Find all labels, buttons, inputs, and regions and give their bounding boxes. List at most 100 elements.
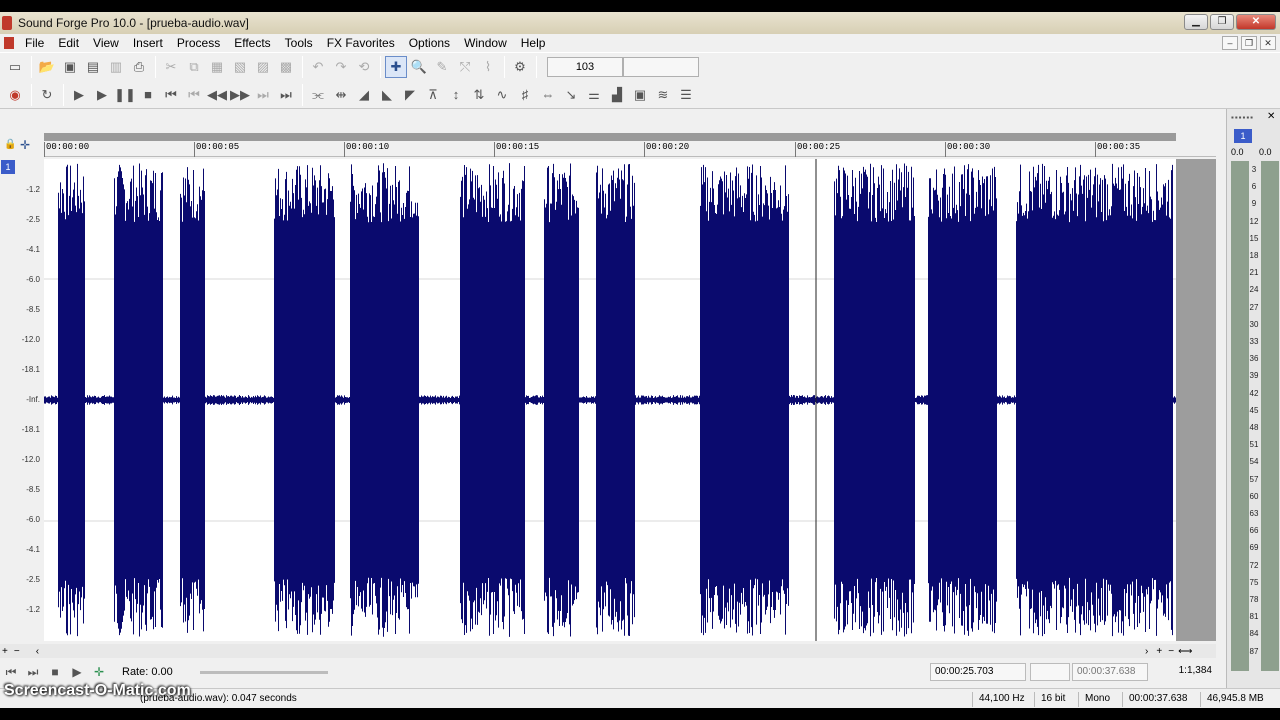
selection-field[interactable] [1030,663,1070,681]
rewind-icon[interactable]: ◀◀ [206,84,228,106]
channel-badge[interactable]: 1 [1,160,15,174]
new-file-icon[interactable]: ▭ [4,56,26,78]
menu-help[interactable]: Help [514,36,553,50]
snap-icon[interactable]: ⚙ [509,56,531,78]
noise-icon[interactable]: ≋ [652,84,674,106]
next-marker-icon[interactable]: ⏭ [22,665,44,680]
fade-out-icon[interactable]: ◣ [376,84,398,106]
insert-silence-icon[interactable]: ⊼ [422,84,444,106]
h-zoom-in-icon[interactable]: + [1156,646,1162,657]
spectrum-icon[interactable]: ▟ [606,84,628,106]
document-icon[interactable] [4,37,14,49]
loop-icon[interactable]: ↻ [36,84,58,106]
zoom-value-field[interactable]: 103 [547,57,623,77]
minimize-button[interactable]: ▁ [1184,14,1208,30]
copy-icon[interactable]: ⧉ [183,56,205,78]
meter-peak-right[interactable]: 0.0 [1259,147,1272,157]
time-ruler[interactable]: 00:00:00 00:00:05 00:00:10 00:00:15 00:0… [44,142,1216,157]
zoom-in-icon[interactable]: + [2,646,8,657]
menu-file[interactable]: File [18,36,51,50]
maximize-button[interactable]: ❐ [1210,14,1234,30]
menu-window[interactable]: Window [457,36,514,50]
event-tool-icon[interactable]: ⤲ [454,56,476,78]
play-icon[interactable]: ▶ [91,84,113,106]
print-icon[interactable]: ⎙ [128,56,150,78]
open-folder-icon[interactable]: 📂 [36,56,58,78]
cursor-position[interactable]: 00:00:25.703 [930,663,1026,681]
trim-icon[interactable]: ▩ [275,56,297,78]
scrub-icon[interactable]: ✛ [88,665,110,679]
horizontal-scrollbar[interactable]: + − ‹ › + − ⟷ [0,644,1216,658]
repeat-icon[interactable]: ⟲ [353,56,375,78]
menu-effects[interactable]: Effects [227,36,277,50]
eq-icon[interactable]: ⚌ [583,84,605,106]
snap-cursor-icon[interactable]: ✛ [20,138,30,152]
doc-close-button[interactable]: ✕ [1260,36,1276,50]
play-all-icon[interactable]: ▶ [68,84,90,106]
cut-icon[interactable]: ✂ [160,56,182,78]
scroll-left-icon[interactable]: ‹ [36,646,39,657]
menu-insert[interactable]: Insert [126,36,170,50]
meter-grip-icon[interactable]: ▪▪▪▪▪▪ [1231,113,1254,122]
mix-icon[interactable]: ▧ [229,56,251,78]
undo-icon[interactable]: ↶ [307,56,329,78]
pitch-shift-icon[interactable]: ♯ [514,84,536,106]
zoom-out-icon[interactable]: − [14,646,20,657]
ruler-tick: 00:00:35 [1095,142,1140,157]
rate-slider[interactable] [200,671,328,674]
meter-peak-left[interactable]: 0.0 [1231,147,1244,157]
stop-small-icon[interactable]: ■ [44,665,66,679]
menu-fx-favorites[interactable]: FX Favorites [320,36,402,50]
menu-process[interactable]: Process [170,36,227,50]
time-stretch-icon[interactable]: ⇔ [537,84,559,106]
reverse-icon[interactable]: ⇅ [468,84,490,106]
statistics-icon[interactable]: ▣ [629,84,651,106]
menu-view[interactable]: View [86,36,126,50]
volume-icon[interactable]: ⇹ [330,84,352,106]
mixer-icon[interactable]: ☰ [675,84,697,106]
pencil-tool-icon[interactable]: ✎ [431,56,453,78]
menu-edit[interactable]: Edit [51,36,86,50]
previous-icon[interactable]: ⏮ [183,84,205,106]
go-to-end-icon[interactable]: ⏭ [275,84,297,106]
paste-icon[interactable]: ▦ [206,56,228,78]
h-zoom-out-icon[interactable]: − [1168,646,1174,657]
next-icon[interactable]: ⏭ [252,84,274,106]
pan-icon[interactable]: ↘ [560,84,582,106]
stop-icon[interactable]: ■ [137,84,159,106]
crossfade-icon[interactable]: ▨ [252,56,274,78]
meter-channel-badge[interactable]: 1 [1234,129,1252,143]
file-duration: 00:00:37.638 [1122,692,1187,707]
record-icon[interactable]: ◉ [4,84,26,106]
menu-options[interactable]: Options [402,36,457,50]
meter-close-icon[interactable]: ✕ [1267,111,1275,122]
doc-minimize-button[interactable]: – [1222,36,1238,50]
scroll-right-icon[interactable]: › [1145,646,1148,657]
meter-scale-label: 57 [1249,474,1259,484]
fade-in-icon[interactable]: ◢ [353,84,375,106]
forward-icon[interactable]: ▶▶ [229,84,251,106]
magnify-tool-icon[interactable]: 🔍 [408,56,430,78]
waveform-display[interactable] [44,159,1176,641]
secondary-value-field[interactable] [623,57,699,77]
go-to-start-icon[interactable]: ⏮ [160,84,182,106]
close-button[interactable]: ✕ [1236,14,1276,30]
play-small-icon[interactable]: ▶ [66,665,88,679]
lock-icon[interactable]: 🔒 [4,139,16,150]
overview-bar[interactable] [44,133,1176,141]
envelope-tool-icon[interactable]: ⌇ [477,56,499,78]
invert-icon[interactable]: ↕ [445,84,467,106]
doc-restore-button[interactable]: ❐ [1241,36,1257,50]
render-icon[interactable]: ▥ [105,56,127,78]
dc-offset-icon[interactable]: ∿ [491,84,513,106]
edit-tool-icon[interactable]: ✚ [385,56,407,78]
h-fit-icon[interactable]: ⟷ [1178,646,1192,657]
menu-tools[interactable]: Tools [278,36,320,50]
pause-icon[interactable]: ❚❚ [114,84,136,106]
prev-marker-icon[interactable]: ⏮ [0,665,22,680]
save-icon[interactable]: ▣ [59,56,81,78]
graphic-fade-icon[interactable]: ◤ [399,84,421,106]
normalize-icon[interactable]: ⫘ [307,84,329,106]
redo-icon[interactable]: ↷ [330,56,352,78]
save-as-icon[interactable]: ▤ [82,56,104,78]
